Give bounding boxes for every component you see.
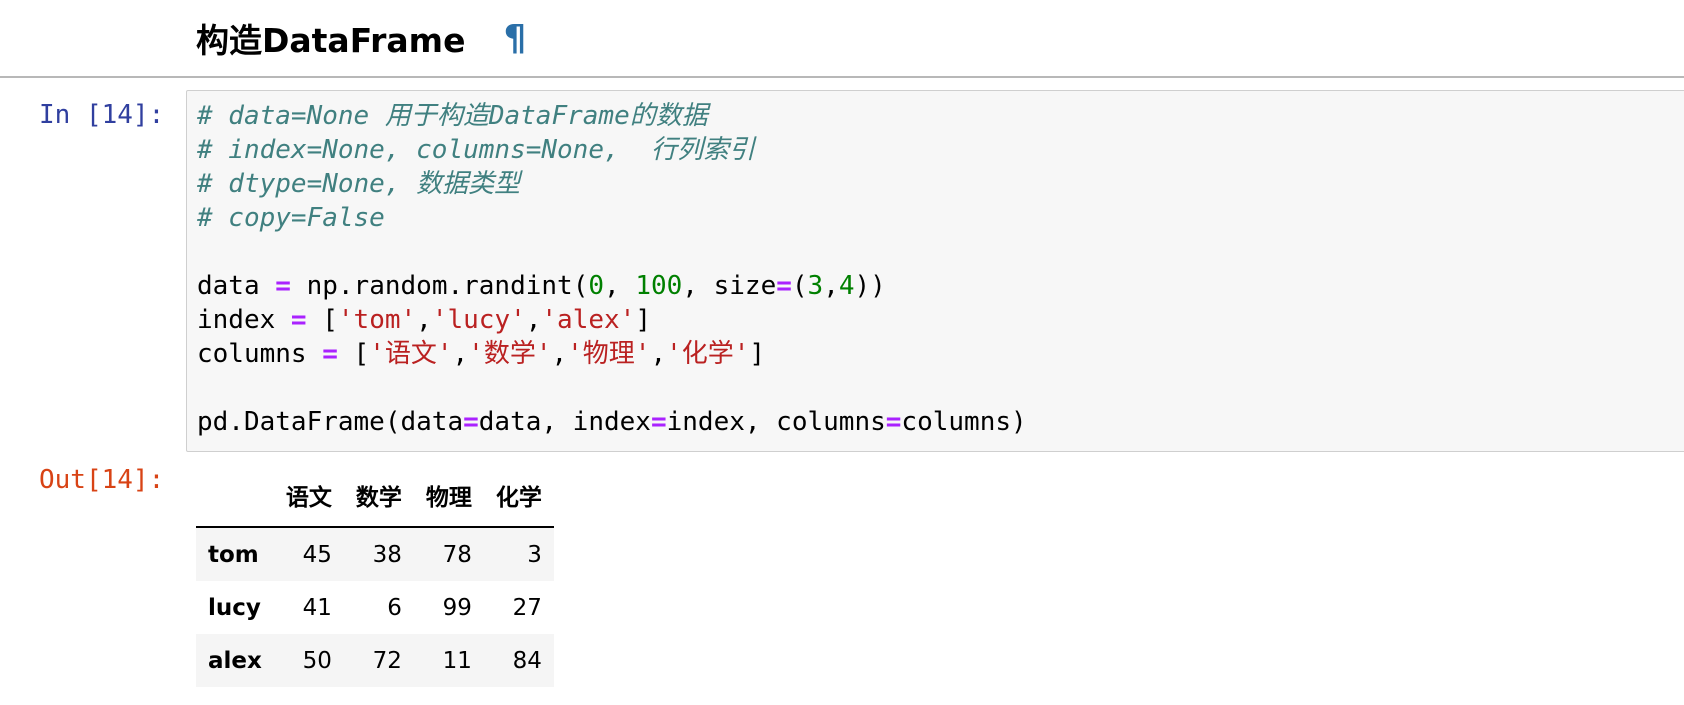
table-row: lucy 41 6 99 27: [196, 581, 554, 634]
code-string: 'lucy': [431, 305, 526, 335]
heading-title: 构造DataFrame: [196, 21, 466, 60]
dataframe-table: 语文 数学 物理 化学 tom 45 38 78 3 lucy 41 6 99 …: [196, 472, 554, 687]
code-operator: =: [463, 407, 479, 437]
code-number: 3: [807, 271, 824, 301]
code-string: 'tom': [337, 305, 417, 335]
table-cell: 72: [372, 647, 402, 674]
code-operator: =: [275, 271, 291, 301]
code-string: '物理': [567, 339, 651, 369]
code-comment: # index=None, columns=None, 行列索引: [197, 135, 755, 165]
code-comment: # copy=False: [197, 203, 385, 233]
markdown-heading: 构造DataFrame ¶: [196, 8, 526, 68]
code-operator: =: [776, 271, 792, 301]
row-index-label: lucy: [208, 594, 261, 621]
column-header: 物理: [413, 472, 484, 528]
index-header: [196, 472, 274, 528]
column-header: 数学: [343, 472, 414, 528]
code-operator: =: [885, 407, 902, 437]
table-cell: 50: [302, 647, 332, 674]
table-header-row: 语文 数学 物理 化学: [196, 472, 554, 528]
heading-divider: [0, 76, 1684, 78]
code-line: pd.DataFrame(data=data, index=index, col…: [197, 407, 1027, 437]
table-cell: 38: [372, 541, 402, 568]
code-number: 0: [588, 271, 605, 301]
code-operator: =: [322, 339, 338, 369]
row-index-label: alex: [208, 647, 262, 674]
code-number: 100: [635, 271, 683, 301]
code-line: # index=None, columns=None, 行列索引: [197, 135, 755, 165]
code-string: 'alex': [541, 305, 636, 335]
table-cell: 84: [512, 647, 542, 674]
row-index-label: tom: [208, 541, 259, 568]
code-string: '数学': [468, 339, 552, 369]
input-prompt: In [14]:: [39, 100, 165, 130]
table-cell: 27: [512, 594, 542, 621]
table-cell: 99: [442, 594, 472, 621]
table-cell: 45: [302, 541, 332, 568]
table-cell: 3: [527, 541, 542, 568]
code-operator: =: [650, 407, 667, 437]
output-prompt: Out[14]:: [39, 465, 165, 495]
table-cell: 78: [442, 541, 472, 568]
code-editor[interactable]: # data=None 用于构造DataFrame的数据 # index=Non…: [197, 99, 1027, 439]
code-line: data = np.random.randint(0, 100, size=(3…: [197, 271, 886, 301]
table-row: alex 50 72 11 84: [196, 634, 554, 687]
table-cell: 41: [302, 594, 332, 621]
table-row: tom 45 38 78 3: [196, 527, 554, 581]
code-comment: # dtype=None, 数据类型: [197, 169, 521, 199]
code-comment: # data=None 用于构造DataFrame的数据: [197, 101, 708, 131]
code-input-area[interactable]: # data=None 用于构造DataFrame的数据 # index=Non…: [186, 90, 1684, 452]
code-line: # copy=False: [197, 203, 385, 233]
code-line: columns = ['语文','数学','物理','化学']: [197, 339, 766, 369]
code-line: index = ['tom','lucy','alex']: [197, 305, 651, 335]
table-cell: 11: [442, 647, 472, 674]
column-header: 语文: [273, 472, 344, 528]
code-string: '语文': [369, 339, 453, 369]
column-header: 化学: [483, 472, 554, 528]
code-line: # data=None 用于构造DataFrame的数据: [197, 101, 708, 131]
code-line: # dtype=None, 数据类型: [197, 169, 520, 199]
cell-output-area: 语文 数学 物理 化学 tom 45 38 78 3 lucy 41 6 99 …: [196, 472, 554, 687]
code-operator: =: [290, 305, 307, 335]
code-string: '化学': [666, 339, 750, 369]
pilcrow-anchor-link[interactable]: ¶: [503, 18, 526, 59]
code-number: 4: [838, 271, 855, 301]
table-cell: 6: [387, 594, 402, 621]
